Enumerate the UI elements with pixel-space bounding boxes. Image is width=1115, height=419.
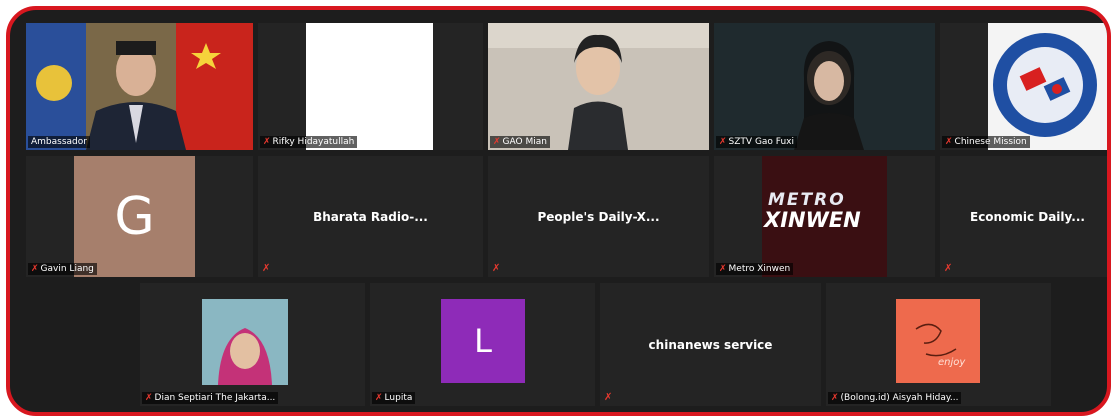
participant-tile-ambassador[interactable]: Ambassador — [26, 23, 253, 150]
dian-video — [202, 299, 288, 385]
mic-muted-icon: ✗ — [262, 263, 271, 274]
mic-muted-icon: ✗ — [831, 393, 839, 403]
ambassador-video — [26, 23, 253, 150]
mission-emblem-icon — [988, 23, 1107, 150]
participant-display-name: Economic Daily... — [970, 209, 1085, 224]
participant-tile-gao-mian[interactable]: ✗ GAO Mian — [488, 23, 709, 150]
participant-tile-chinese-mission[interactable]: ✗ Chinese Mission — [940, 23, 1107, 150]
participant-video — [306, 23, 433, 150]
mic-muted-icon: ✗ — [944, 263, 953, 274]
participant-name-label: ✗ (Bolong.id) Aisyah Hiday... — [828, 392, 962, 404]
participant-name-label: ✗ Metro Xinwen — [716, 263, 794, 275]
participant-name-label: ✗ Chinese Mission — [942, 136, 1030, 148]
participant-name-label: ✗ Gavin Liang — [28, 263, 97, 275]
metro-xinwen-logo: METRO XINWEN — [762, 156, 887, 277]
mic-muted-icon: ✗ — [375, 393, 383, 403]
participant-name-label: Ambassador — [28, 136, 90, 148]
participant-tile-bolong[interactable]: enjoy ✗ (Bolong.id) Aisyah Hiday... — [826, 283, 1051, 406]
participant-name-label: ✗ SZTV Gao Fuxi — [716, 136, 798, 148]
mic-muted-icon: ✗ — [719, 264, 727, 274]
enjoy-drawing-icon — [915, 323, 957, 357]
mic-muted-icon: ✗ — [719, 137, 727, 147]
participant-tile-bharata-radio[interactable]: Bharata Radio-... ✗ — [258, 156, 483, 277]
bolong-logo: enjoy — [896, 299, 980, 383]
participant-tile-dian[interactable]: ✗ Dian Septiari The Jakarta... — [140, 283, 365, 406]
participant-tile-metro-xinwen[interactable]: METRO XINWEN ✗ Metro Xinwen — [714, 156, 935, 277]
participant-display-name: chinanews service — [648, 337, 773, 352]
avatar: G — [74, 156, 195, 277]
avatar: L — [441, 299, 525, 383]
gao-mian-video — [488, 23, 709, 150]
mic-muted-icon: ✗ — [945, 137, 953, 147]
participant-name-label: ✗ Dian Septiari The Jakarta... — [142, 392, 279, 404]
mic-muted-icon: ✗ — [492, 263, 501, 274]
participant-tile-peoples-daily[interactable]: People's Daily-X... ✗ — [488, 156, 709, 277]
participant-tile-chinanews[interactable]: chinanews service ✗ — [600, 283, 821, 406]
participant-tile-rifky[interactable]: ✗ Rifky Hidayatullah — [258, 23, 483, 150]
video-gallery: Ambassador ✗ Rifky Hidayatullah ✗ GAO Mi… — [6, 6, 1111, 416]
participant-tile-gavin[interactable]: G ✗ Gavin Liang — [26, 156, 253, 277]
participant-display-name: Bharata Radio-... — [313, 209, 428, 224]
mic-muted-icon: ✗ — [604, 392, 613, 403]
sztv-video — [714, 23, 935, 150]
participant-name-label: ✗ Rifky Hidayatullah — [260, 136, 358, 148]
mic-muted-icon: ✗ — [145, 393, 153, 403]
participant-tile-lupita[interactable]: L ✗ Lupita — [370, 283, 595, 406]
mic-muted-icon: ✗ — [493, 137, 501, 147]
mic-muted-icon: ✗ — [31, 264, 39, 274]
participant-name-label: ✗ GAO Mian — [490, 136, 550, 148]
mic-muted-icon: ✗ — [263, 137, 271, 147]
participant-display-name: People's Daily-X... — [537, 209, 660, 224]
participant-name-label: ✗ Lupita — [372, 392, 416, 404]
participant-tile-economic-daily[interactable]: Economic Daily... ✗ — [940, 156, 1107, 277]
participant-tile-sztv[interactable]: ✗ SZTV Gao Fuxi — [714, 23, 935, 150]
